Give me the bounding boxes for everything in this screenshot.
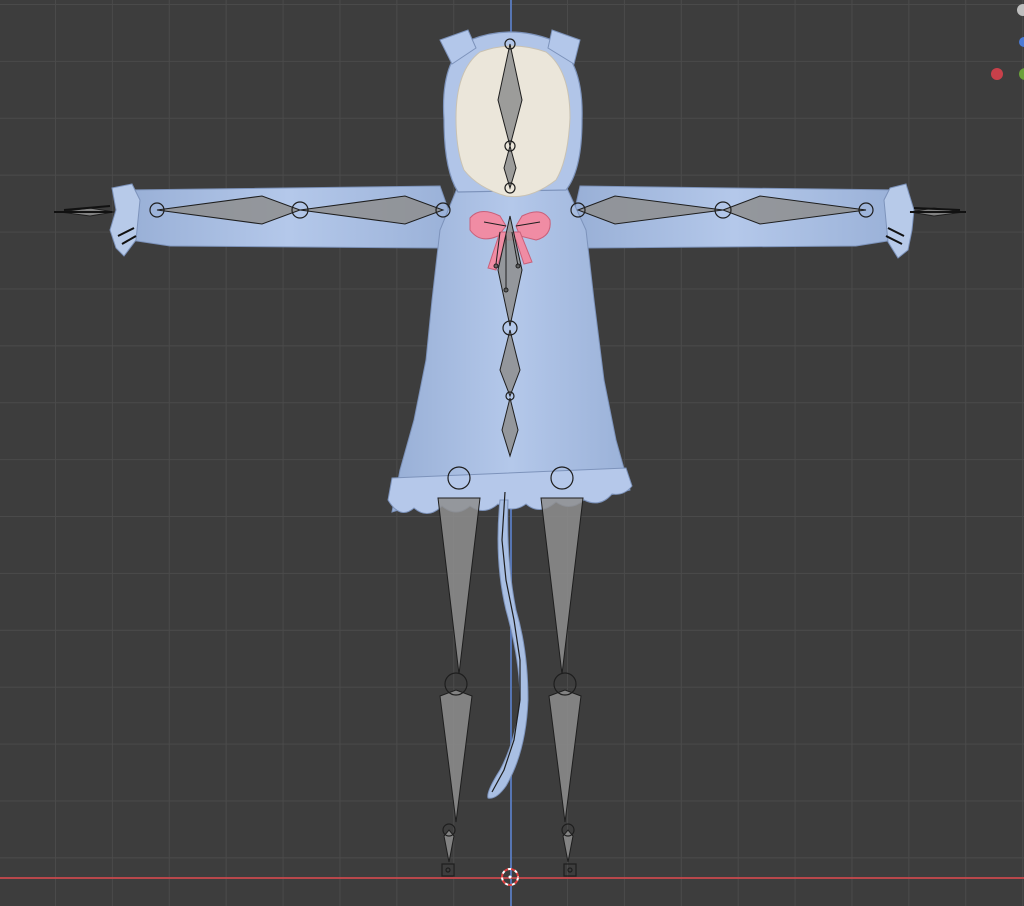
scene-canvas[interactable] [0,0,1024,906]
right-cuff-frill [883,183,915,259]
gizmo-x-axis-icon[interactable] [991,68,1003,80]
gizmo-view-icon[interactable] [1017,4,1024,16]
left-cuff-frill [109,183,141,257]
bone-left-thigh [437,497,481,675]
bone-left-shin [439,689,473,823]
gizmo-y-axis-icon[interactable] [1019,68,1024,80]
3d-cursor-icon[interactable] [499,866,521,888]
gizmo-z-axis-icon[interactable] [1019,37,1024,47]
bone-right-shin [548,689,582,823]
armature[interactable] [54,38,966,877]
tail [487,499,529,799]
bone-right-thigh [540,497,584,675]
3d-viewport[interactable] [0,0,1024,906]
